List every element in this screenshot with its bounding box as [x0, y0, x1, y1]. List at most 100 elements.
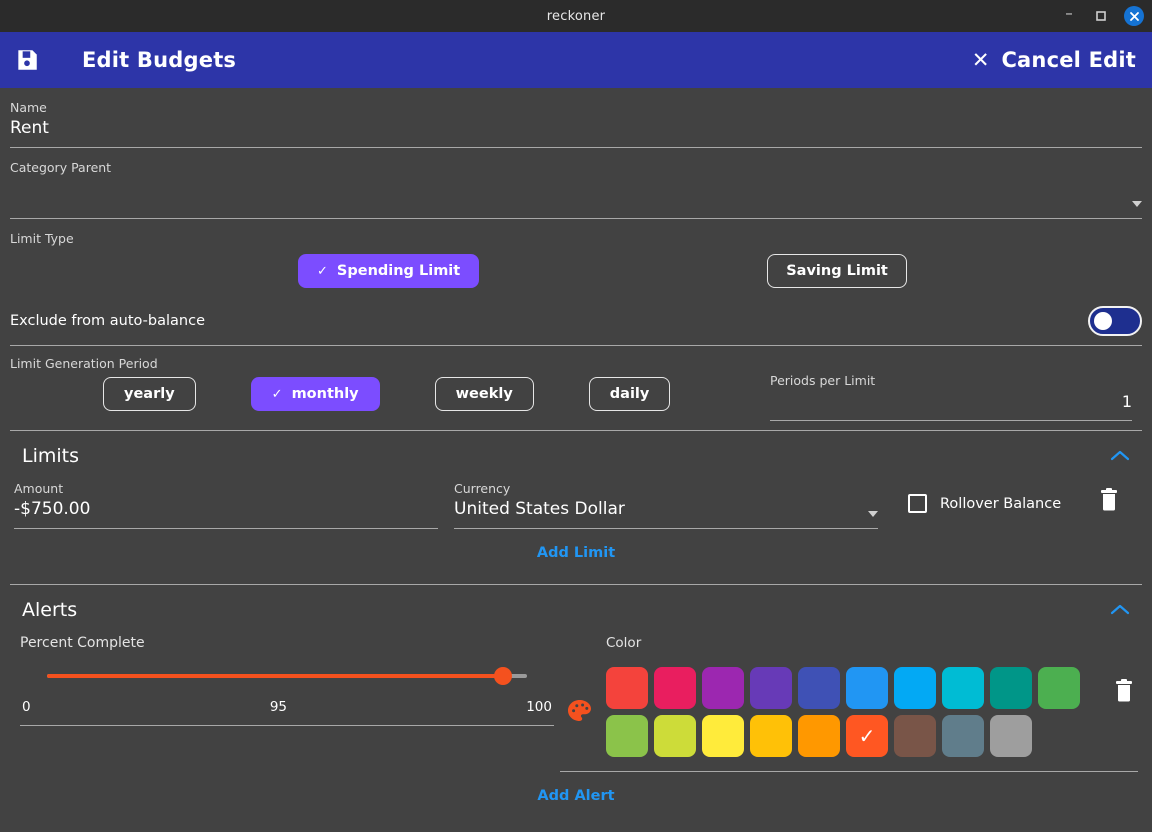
color-swatch[interactable] — [798, 715, 840, 757]
color-swatch[interactable]: ✓ — [846, 715, 888, 757]
currency-select[interactable]: United States Dollar — [454, 498, 878, 521]
delete-limit-button[interactable] — [1099, 488, 1119, 515]
color-swatch-row: ✓ — [606, 715, 1080, 757]
color-swatch[interactable] — [942, 667, 984, 709]
color-label: Color — [606, 635, 642, 651]
percent-complete-label: Percent Complete — [20, 635, 145, 651]
periods-per-limit-input[interactable]: 1 — [770, 390, 1132, 413]
color-swatch[interactable] — [654, 715, 696, 757]
color-swatch[interactable] — [702, 667, 744, 709]
color-swatch[interactable] — [846, 667, 888, 709]
amount-input[interactable]: -$750.00 — [14, 498, 438, 521]
chip-saving-limit[interactable]: Saving Limit — [767, 254, 907, 288]
color-swatch[interactable] — [750, 715, 792, 757]
chip-spending-limit[interactable]: ✓ Spending Limit — [298, 254, 480, 288]
color-swatch-grid: ✓ — [606, 667, 1080, 757]
chip-monthly-label: monthly — [291, 386, 359, 402]
category-parent-select[interactable] — [10, 177, 1142, 211]
add-alert-button[interactable]: Add Alert — [0, 772, 1152, 818]
cancel-edit-button[interactable]: ✕ Cancel Edit — [972, 48, 1136, 72]
percent-complete-underline — [20, 725, 554, 726]
limits-section-title: Limits — [22, 445, 79, 467]
cancel-edit-label: Cancel Edit — [1001, 48, 1136, 72]
percent-complete-slider[interactable] — [47, 667, 527, 685]
limit-row: Amount -$750.00 Currency United States D… — [0, 481, 1152, 529]
chip-spending-limit-label: Spending Limit — [336, 263, 461, 279]
rollover-balance-checkbox[interactable] — [908, 494, 927, 513]
color-swatch[interactable] — [990, 667, 1032, 709]
period-flex: yearly ✓ monthly weekly daily Periods pe… — [10, 373, 1142, 421]
percent-complete-field: Percent Complete 0 95 100 — [14, 635, 554, 757]
exclude-auto-balance-toggle[interactable] — [1088, 306, 1142, 336]
amount-underline — [14, 528, 438, 529]
add-limit-button[interactable]: Add Limit — [0, 529, 1152, 575]
name-input[interactable]: Rent — [10, 117, 1142, 140]
exclude-auto-balance-row: Exclude from auto-balance — [0, 288, 1152, 336]
color-swatch[interactable] — [894, 667, 936, 709]
color-swatch[interactable] — [894, 715, 936, 757]
amount-label: Amount — [14, 481, 64, 496]
app-header-left: Edit Budgets — [14, 47, 236, 73]
rollover-balance-control[interactable]: Rollover Balance — [908, 494, 1061, 513]
periods-per-limit-underline — [770, 420, 1132, 421]
alert-color-field: Color ✓ — [606, 635, 1138, 757]
delete-alert-button[interactable] — [1114, 679, 1134, 706]
swatch-area: ✓ — [606, 667, 1138, 757]
currency-underline — [454, 528, 878, 529]
name-label: Name — [10, 100, 47, 115]
check-icon: ✓ — [317, 263, 328, 279]
slider-current-value: 95 — [269, 699, 287, 715]
chip-daily[interactable]: daily — [588, 377, 671, 411]
limit-type-label: Limit Type — [10, 231, 74, 246]
alerts-section-header[interactable]: Alerts — [0, 585, 1152, 635]
window-title: reckoner — [546, 8, 606, 24]
close-icon: ✕ — [971, 47, 990, 72]
chevron-down-icon — [1132, 201, 1142, 207]
chevron-down-icon — [868, 511, 878, 517]
chevron-up-icon[interactable] — [1110, 601, 1130, 620]
close-icon[interactable] — [1124, 6, 1144, 26]
check-icon: ✓ — [271, 386, 283, 402]
palette-icon-wrap — [554, 635, 606, 757]
limit-generation-period-row: Limit Generation Period yearly ✓ monthly… — [0, 346, 1152, 421]
currency-value: United States Dollar — [454, 499, 625, 519]
color-swatch[interactable] — [702, 715, 744, 757]
amount-field: Amount -$750.00 — [14, 481, 438, 529]
limit-type-options: ✓ Spending Limit Saving Limit — [10, 254, 1142, 288]
slider-fill — [47, 674, 503, 678]
color-swatch[interactable] — [798, 667, 840, 709]
page-title: Edit Budgets — [82, 48, 237, 72]
slider-min-label: 0 — [22, 699, 31, 715]
color-swatch[interactable] — [654, 667, 696, 709]
exclude-auto-balance-label: Exclude from auto-balance — [10, 313, 205, 329]
alert-row: Percent Complete 0 95 100 Color ✓ — [0, 635, 1152, 757]
palette-icon[interactable] — [567, 699, 593, 727]
check-icon: ✓ — [858, 724, 876, 748]
color-swatch[interactable] — [606, 667, 648, 709]
chip-daily-label: daily — [609, 386, 650, 402]
save-icon[interactable] — [14, 47, 40, 73]
periods-per-limit-field: Periods per Limit 1 — [770, 373, 1142, 421]
color-swatch[interactable] — [1038, 667, 1080, 709]
window-controls: – — [1060, 0, 1144, 32]
slider-max-label: 100 — [526, 699, 552, 715]
chip-yearly[interactable]: yearly — [103, 377, 196, 411]
window-titlebar: reckoner – — [0, 0, 1152, 32]
period-options: yearly ✓ monthly weekly daily — [103, 377, 671, 411]
slider-thumb[interactable] — [494, 667, 512, 685]
periods-per-limit-label: Periods per Limit — [770, 373, 876, 388]
chip-saving-limit-label: Saving Limit — [786, 263, 888, 279]
color-swatch[interactable] — [990, 715, 1032, 757]
name-field-row: Name Rent — [0, 88, 1152, 148]
color-swatch[interactable] — [750, 667, 792, 709]
chip-monthly[interactable]: ✓ monthly — [250, 377, 380, 411]
limits-section-header[interactable]: Limits — [0, 431, 1152, 481]
color-swatch[interactable] — [942, 715, 984, 757]
color-swatch[interactable] — [606, 715, 648, 757]
chevron-up-icon[interactable] — [1110, 447, 1130, 466]
alerts-section-title: Alerts — [22, 599, 78, 621]
minimize-icon[interactable]: – — [1060, 5, 1078, 25]
chip-weekly[interactable]: weekly — [434, 377, 534, 411]
category-parent-label: Category Parent — [10, 160, 112, 175]
maximize-icon[interactable] — [1092, 7, 1110, 25]
